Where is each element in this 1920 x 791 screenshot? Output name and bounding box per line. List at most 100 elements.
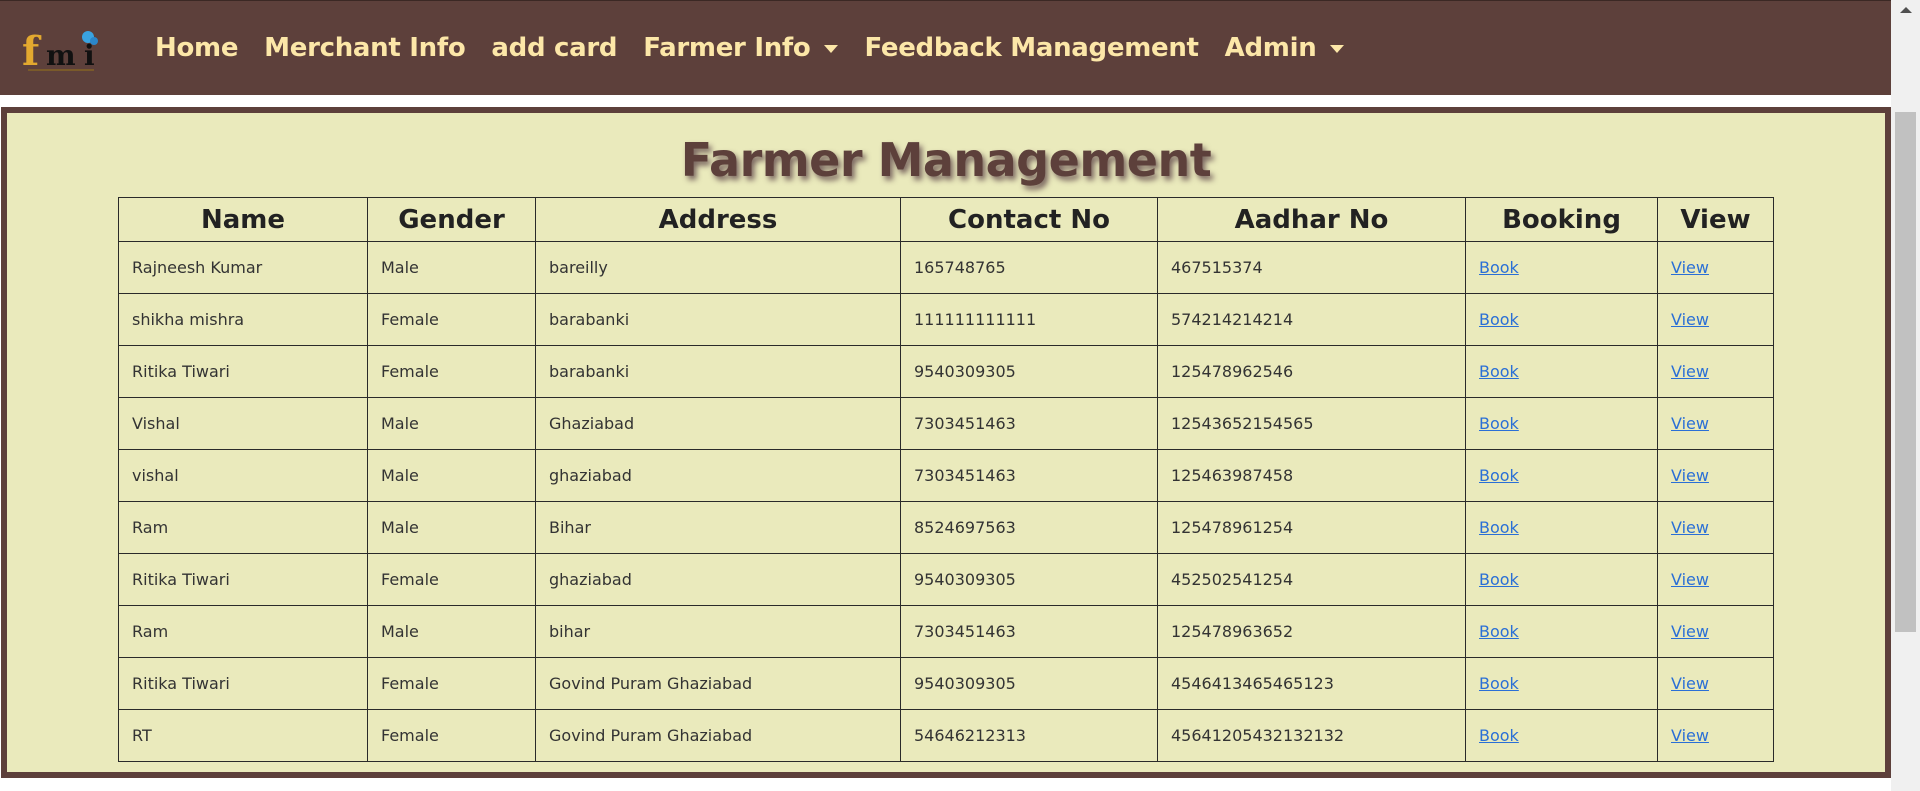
cell-address: ghaziabad xyxy=(535,553,901,606)
panel-content: Farmer Management Name Gender Address Co… xyxy=(7,113,1885,772)
book-link[interactable]: Book xyxy=(1479,310,1519,329)
svg-text:m: m xyxy=(46,39,76,72)
book-link[interactable]: Book xyxy=(1479,674,1519,693)
view-link[interactable]: View xyxy=(1671,258,1709,277)
book-link[interactable]: Book xyxy=(1479,466,1519,485)
table-header-row: Name Gender Address Contact No Aadhar No… xyxy=(118,197,1774,242)
cell-aadhar: 125478962546 xyxy=(1157,345,1466,398)
nav-menu: Home Merchant Info add card Farmer Info … xyxy=(142,33,1357,63)
farmer-management-panel: Farmer Management Name Gender Address Co… xyxy=(1,107,1891,778)
nav-merchant-info[interactable]: Merchant Info xyxy=(251,33,478,63)
scroll-up-arrow-icon[interactable] xyxy=(1900,7,1912,13)
view-link[interactable]: View xyxy=(1671,726,1709,745)
table-row: vishal Male ghaziabad 7303451463 1254639… xyxy=(118,449,1774,502)
top-navbar: f m i Home Merchant Info add card Farmer… xyxy=(0,0,1891,95)
vertical-scrollbar[interactable] xyxy=(1891,0,1920,791)
cell-booking: Book xyxy=(1465,657,1658,710)
nav-feedback-management-label: Feedback Management xyxy=(864,33,1199,63)
svg-text:f: f xyxy=(22,28,42,75)
cell-contact: 7303451463 xyxy=(900,605,1158,658)
cell-address: ghaziabad xyxy=(535,449,901,502)
view-link[interactable]: View xyxy=(1671,310,1709,329)
farmer-table: Name Gender Address Contact No Aadhar No… xyxy=(118,197,1774,762)
table-row: Ram Male Bihar 8524697563 125478961254 B… xyxy=(118,501,1774,554)
view-link[interactable]: View xyxy=(1671,414,1709,433)
brand-logo[interactable]: f m i xyxy=(20,21,102,76)
cell-gender: Male xyxy=(367,449,536,502)
table-row: Ritika Tiwari Female barabanki 954030930… xyxy=(118,345,1774,398)
cell-name: Ritika Tiwari xyxy=(118,553,368,606)
table-row: Vishal Male Ghaziabad 7303451463 1254365… xyxy=(118,397,1774,450)
view-link[interactable]: View xyxy=(1671,466,1709,485)
table-row: RT Female Govind Puram Ghaziabad 5464621… xyxy=(118,709,1774,762)
cell-view: View xyxy=(1657,345,1774,398)
fmi-logo-icon: f m i xyxy=(22,28,98,75)
cell-name: Ram xyxy=(118,605,368,658)
cell-gender: Female xyxy=(367,553,536,606)
cell-contact: 9540309305 xyxy=(900,345,1158,398)
cell-address: Ghaziabad xyxy=(535,397,901,450)
table-row: Ritika Tiwari Female ghaziabad 954030930… xyxy=(118,553,1774,606)
caret-down-icon xyxy=(1330,45,1345,53)
nav-admin-dropdown[interactable]: Admin xyxy=(1212,33,1358,63)
cell-aadhar: 4546413465465123 xyxy=(1157,657,1466,710)
nav-feedback-management[interactable]: Feedback Management xyxy=(851,33,1211,63)
cell-contact: 9540309305 xyxy=(900,657,1158,710)
cell-contact: 7303451463 xyxy=(900,397,1158,450)
book-link[interactable]: Book xyxy=(1479,622,1519,641)
nav-add-card[interactable]: add card xyxy=(478,33,630,63)
cell-name: Ritika Tiwari xyxy=(118,657,368,710)
cell-gender: Male xyxy=(367,241,536,294)
book-link[interactable]: Book xyxy=(1479,518,1519,537)
cell-name: RT xyxy=(118,709,368,762)
cell-address: Bihar xyxy=(535,501,901,554)
view-link[interactable]: View xyxy=(1671,362,1709,381)
cell-gender: Male xyxy=(367,501,536,554)
table-row: shikha mishra Female barabanki 111111111… xyxy=(118,293,1774,346)
cell-aadhar: 12543652154565 xyxy=(1157,397,1466,450)
cell-view: View xyxy=(1657,293,1774,346)
cell-aadhar: 467515374 xyxy=(1157,241,1466,294)
view-link[interactable]: View xyxy=(1671,570,1709,589)
page-title: Farmer Management xyxy=(680,133,1212,187)
cell-booking: Book xyxy=(1465,397,1658,450)
cell-view: View xyxy=(1657,397,1774,450)
cell-address: Govind Puram Ghaziabad xyxy=(535,657,901,710)
column-header-address: Address xyxy=(535,197,901,242)
cell-booking: Book xyxy=(1465,501,1658,554)
cell-name: Vishal xyxy=(118,397,368,450)
cell-view: View xyxy=(1657,709,1774,762)
cell-gender: Male xyxy=(367,397,536,450)
nav-farmer-info-label: Farmer Info xyxy=(643,33,811,63)
cell-gender: Male xyxy=(367,605,536,658)
caret-down-icon xyxy=(824,45,839,53)
cell-view: View xyxy=(1657,657,1774,710)
cell-view: View xyxy=(1657,605,1774,658)
cell-gender: Female xyxy=(367,345,536,398)
book-link[interactable]: Book xyxy=(1479,726,1519,745)
nav-home[interactable]: Home xyxy=(142,33,251,63)
book-link[interactable]: Book xyxy=(1479,258,1519,277)
cell-aadhar: 125463987458 xyxy=(1157,449,1466,502)
cell-gender: Female xyxy=(367,709,536,762)
column-header-view: View xyxy=(1657,197,1774,242)
nav-farmer-info-dropdown[interactable]: Farmer Info xyxy=(630,33,851,63)
book-link[interactable]: Book xyxy=(1479,362,1519,381)
book-link[interactable]: Book xyxy=(1479,414,1519,433)
table-row: Ritika Tiwari Female Govind Puram Ghazia… xyxy=(118,657,1774,710)
cell-address: barabanki xyxy=(535,345,901,398)
cell-view: View xyxy=(1657,501,1774,554)
cell-address: barabanki xyxy=(535,293,901,346)
book-link[interactable]: Book xyxy=(1479,570,1519,589)
cell-contact: 54646212313 xyxy=(900,709,1158,762)
scrollbar-thumb[interactable] xyxy=(1895,112,1916,632)
view-link[interactable]: View xyxy=(1671,674,1709,693)
cell-contact: 7303451463 xyxy=(900,449,1158,502)
column-header-name: Name xyxy=(118,197,368,242)
cell-address: bareilly xyxy=(535,241,901,294)
cell-aadhar: 125478961254 xyxy=(1157,501,1466,554)
view-link[interactable]: View xyxy=(1671,518,1709,537)
view-link[interactable]: View xyxy=(1671,622,1709,641)
column-header-booking: Booking xyxy=(1465,197,1658,242)
cell-aadhar: 452502541254 xyxy=(1157,553,1466,606)
